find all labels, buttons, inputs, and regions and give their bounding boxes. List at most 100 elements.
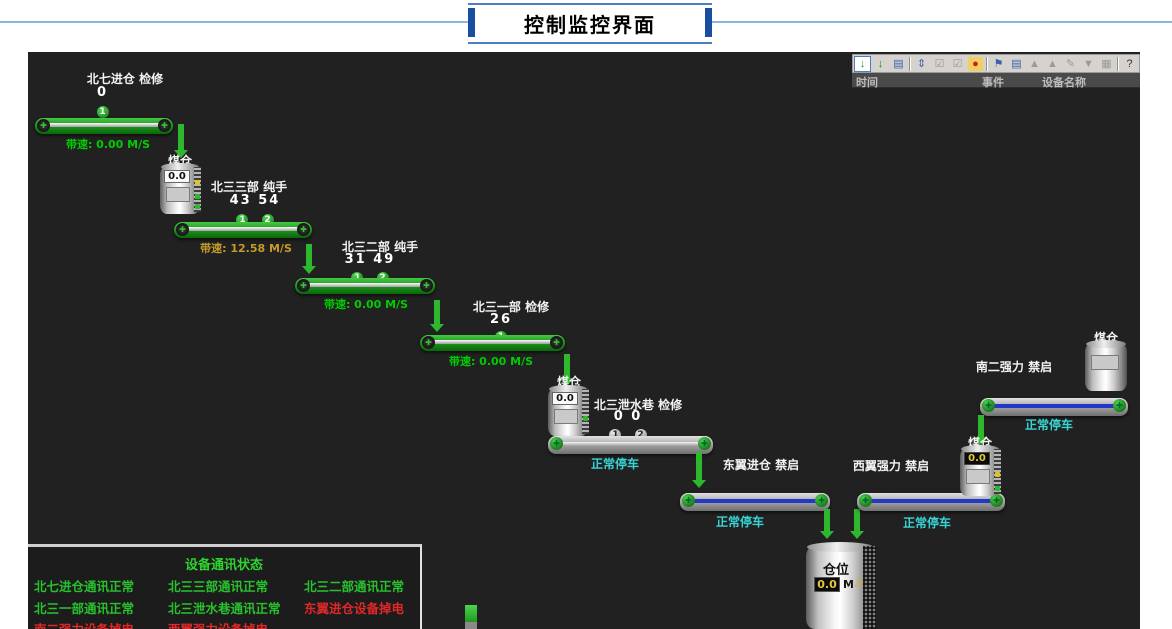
bunker-window [1091,355,1119,370]
scada-panel: ↓ ↓ ▤ ⇕ ☑ ☑ ● ⚑ ▤ ▲ ▲ ✎ ▼ ▦ ? 时间 事件 设备名称… [28,52,1140,629]
status-beisanyi: 北三一部通讯正常 [34,598,134,617]
ack-all-events-icon[interactable]: ☑ [949,56,966,72]
bunker-window [966,469,990,484]
flow-arrow-icon [302,244,316,274]
roller-icon: ✚ [158,119,171,132]
belt-state-xieshuixiang: 正常停车 [565,455,665,472]
import-report-icon[interactable]: ↓ [872,56,889,72]
belt-speed-beiqi: 带速: 0.00 M/S [48,136,168,152]
roller-icon: ✚ [698,437,711,450]
status-beisaner: 北三二部通讯正常 [304,576,404,595]
roller-icon: ✚ [37,119,50,132]
roller-icon: ✚ [682,494,695,507]
roller-icon: ✚ [420,279,433,292]
column-time: 时间 [856,74,878,90]
sort-events-icon[interactable]: ⇕ [913,56,930,72]
conveyor-naner[interactable]: ✚ ✚ [980,398,1128,416]
toolbar-separator [986,57,988,71]
status-beiqi: 北七进仓通讯正常 [34,576,134,595]
bunker-window [166,187,190,202]
indicator-dot [995,486,1000,491]
belt-stripe [992,404,1116,408]
belt-speed-beisanyi: 带速: 0.00 M/S [431,353,551,369]
belt-state-naner: 正常停车 [999,416,1099,433]
conveyor-beisaner[interactable]: ✚ ✚ [295,278,435,294]
scroll-up-icon[interactable]: ▲ [1044,56,1061,72]
conveyor-beiqi[interactable]: ✚ ✚ [35,118,173,134]
coal-bunker-4[interactable] [1085,343,1127,391]
column-event: 事件 [982,74,1004,90]
belt-stripe [186,227,300,231]
belt-speed-beisaner: 带速: 0.00 M/S [306,296,426,312]
roller-icon: ✚ [422,336,435,349]
roller-icon: ✚ [297,223,310,236]
status-dongyi: 东翼进仓设备掉电 [304,598,404,617]
column-device: 设备名称 [1042,74,1086,90]
event-log-header: 时间 事件 设备名称 [852,73,1140,88]
event-toolbar: ↓ ↓ ▤ ⇕ ☑ ☑ ● ⚑ ▤ ▲ ▲ ✎ ▼ ▦ ? [852,54,1140,73]
belt-stripe [432,340,553,344]
roller-icon: ✚ [1113,399,1126,412]
badge-1-icon: 1 [97,106,109,118]
roller-icon: ✚ [297,279,310,292]
belt-stripe [692,499,818,503]
toolbar-separator [1117,57,1119,71]
bunker-window [554,409,578,424]
paste-event-icon[interactable]: ▦ [1098,56,1115,72]
belt-label-dongyi: 东翼进仓 禁启 [691,456,831,473]
flow-arrow-icon [430,300,444,332]
bookmark-icon[interactable]: ⚑ [990,56,1007,72]
scroll-down-icon[interactable]: ▼ [1080,56,1097,72]
belt-state-dongyi: 正常停车 [690,513,790,530]
comm-status-panel: 设备通讯状态 北七进仓通讯正常 北三三部通讯正常 北三二部通讯正常 北三一部通讯… [28,544,422,629]
roller-icon: ✚ [815,494,828,507]
scrollbar-thumb[interactable] [465,605,477,622]
conveyor-dongyi[interactable]: ✚ ✚ [680,493,830,511]
status-naner: 南二强力设备掉电 [34,619,134,629]
indicator-dot [583,416,588,421]
copy-report-icon[interactable]: ▤ [890,56,907,72]
belt-speed-beisansan: 带速: 12.58 M/S [186,240,306,256]
ack-event-icon[interactable]: ☑ [931,56,948,72]
status-xiyi: 西翼强力设备掉电 [168,619,268,629]
comm-status-title: 设备通讯状态 [28,554,420,573]
bunker-level-value: 0.0 [164,170,190,183]
page-title: 控制监控界面 [524,9,656,38]
scrollbar-track[interactable] [465,622,477,629]
storage-silo[interactable]: 仓位 0.0 M ⚠ [806,546,874,629]
belt-state-xiyi: 正常停车 [877,514,977,531]
belt-stripe [560,442,701,446]
status-xieshuixiang: 北三泄水巷通讯正常 [168,598,281,617]
roller-icon: ✚ [550,336,563,349]
page-title-box: 控制监控界面 [468,3,712,44]
coal-bunker-3[interactable]: 0.0 [960,448,1000,496]
export-report-icon[interactable]: ↓ [854,56,871,72]
silo-unit: M [843,578,854,591]
silo-level-value: 0.0 [814,577,840,592]
roller-icon: ✚ [982,399,995,412]
title-side-bar [468,8,475,37]
silo-readout: 0.0 M ⚠ [814,577,870,593]
event-note-icon[interactable]: ▤ [1008,56,1025,72]
belt-values-beiqi: 0 [70,85,135,100]
belt-values-beisansan: 43 54 [224,193,286,208]
silo-indicator-strip [863,546,876,629]
flow-arrow-icon [820,509,834,539]
belt-label-naner: 南二强力 禁启 [954,358,1074,375]
belt-stripe [307,283,423,287]
conveyor-beisansan[interactable]: ✚ ✚ [174,222,312,238]
scroll-top-icon[interactable]: ▲ [1026,56,1043,72]
flow-arrow-icon [850,509,864,539]
indicator-dot [995,472,1000,477]
belt-stripe [47,123,161,127]
help-icon[interactable]: ? [1121,56,1138,72]
alarm-icon[interactable]: ● [967,56,984,72]
roller-icon: ✚ [859,494,872,507]
conveyor-beisanyi[interactable]: ✚ ✚ [420,335,565,351]
conveyor-xieshuixiang[interactable]: ✚ ✚ [548,436,713,454]
bunker-level-value: 0.0 [552,392,578,405]
status-beisansan: 北三三部通讯正常 [168,576,268,595]
badge-row: 1 [70,99,135,118]
edit-event-icon[interactable]: ✎ [1062,56,1079,72]
roller-icon: ✚ [176,223,189,236]
